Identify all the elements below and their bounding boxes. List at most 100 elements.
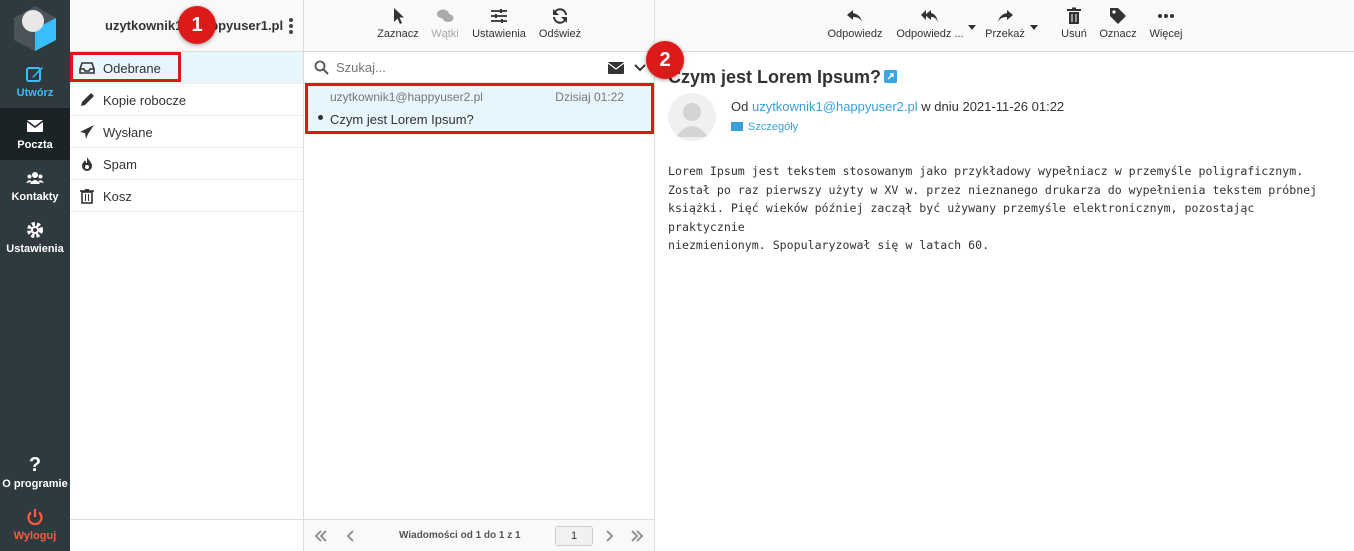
- select-button[interactable]: Zaznacz: [376, 7, 420, 40]
- message-count: Wiadomości od 1 do 1 z 1: [399, 530, 521, 541]
- message-title: Czym jest Lorem Ipsum?: [668, 67, 882, 87]
- reply-all-button[interactable]: Odpowiedz ...: [894, 7, 966, 40]
- nav-settings-label: Ustawienia: [6, 243, 64, 255]
- question-icon: ?: [28, 454, 42, 476]
- gear-icon: [27, 222, 43, 238]
- folder-trash[interactable]: Kosz: [70, 180, 303, 212]
- comments-icon: [437, 9, 454, 22]
- details-link[interactable]: Szczegóły: [731, 121, 798, 133]
- nav-compose-label: Utwórz: [16, 87, 54, 99]
- reply-button-label: Odpowiedz: [827, 28, 883, 40]
- nav-about[interactable]: ? O programie: [0, 447, 70, 499]
- trash-icon: [80, 189, 94, 204]
- list-settings-button-label: Ustawienia: [472, 28, 526, 40]
- account-menu-icon[interactable]: [289, 17, 295, 35]
- reply-all-dropdown-icon[interactable]: [968, 25, 976, 30]
- next-page-icon[interactable]: [602, 529, 616, 543]
- nav-mail[interactable]: Poczta: [0, 108, 70, 160]
- folder-drafts[interactable]: Kopie robocze: [70, 84, 303, 116]
- list-toolbar: Zaznacz Wątki Ustawienia Odśwież: [304, 0, 654, 52]
- forward-button-label: Przekaż: [985, 28, 1025, 40]
- last-page-icon[interactable]: [630, 529, 644, 543]
- nav-about-label: O programie: [2, 478, 68, 490]
- threads-button[interactable]: Wątki: [427, 7, 463, 40]
- paper-plane-icon: [80, 125, 94, 139]
- tag-icon: [1110, 8, 1126, 24]
- threads-button-label: Wątki: [431, 28, 459, 40]
- step-badge-2: 2: [646, 41, 684, 79]
- from-prefix: Od: [731, 99, 749, 114]
- mark-button-label: Oznacz: [1099, 28, 1137, 40]
- nav-compose[interactable]: Utwórz: [0, 56, 70, 108]
- sliders-icon: [491, 9, 507, 23]
- nav-settings[interactable]: Ustawienia: [0, 212, 70, 264]
- delete-button[interactable]: Usuń: [1057, 7, 1091, 40]
- reply-button[interactable]: Odpowiedz: [825, 7, 885, 40]
- refresh-icon: [553, 8, 567, 24]
- reader-toolbar: Odpowiedz Odpowiedz ... Przekaż Usuń Ozn…: [655, 0, 1354, 52]
- trash-icon: [1067, 7, 1081, 24]
- message-body: Lorem Ipsum jest tekstem stosowanym jako…: [668, 162, 1338, 255]
- message-reader: Odpowiedz Odpowiedz ... Przekaż Usuń Ozn…: [655, 0, 1354, 551]
- search-icon: [314, 60, 329, 75]
- external-link-icon[interactable]: [884, 70, 897, 83]
- refresh-button[interactable]: Odśwież: [537, 7, 583, 40]
- body-line: Lorem Ipsum jest tekstem stosowanym jako…: [668, 164, 1304, 178]
- contacts-icon: [26, 172, 44, 184]
- nav-logout-label: Wyloguj: [13, 530, 57, 542]
- highlight-inbox: [70, 52, 181, 82]
- list-settings-button[interactable]: Ustawienia: [470, 7, 528, 40]
- nav-contacts[interactable]: Kontakty: [0, 160, 70, 212]
- ellipsis-icon: [1158, 14, 1174, 18]
- reply-icon: [847, 10, 862, 22]
- sent-date: w dniu 2021-11-26 01:22: [921, 99, 1065, 114]
- more-button[interactable]: Więcej: [1146, 7, 1186, 40]
- avatar: [668, 93, 716, 141]
- highlight-message: [305, 83, 654, 134]
- folder-trash-label: Kosz: [103, 189, 132, 204]
- prev-page-icon[interactable]: [344, 529, 358, 543]
- nav-logout[interactable]: Wyloguj: [0, 499, 70, 551]
- logo-icon: [14, 6, 56, 51]
- reply-all-button-label: Odpowiedz ...: [896, 28, 964, 40]
- first-page-icon[interactable]: [314, 529, 328, 543]
- page-number-input[interactable]: 1: [555, 526, 593, 546]
- pencil-icon: [81, 93, 94, 106]
- folder-panel: uzytkownik1@happyuser1.pl Odebrane Kopie…: [70, 0, 304, 551]
- chevron-down-icon[interactable]: [634, 63, 646, 73]
- body-line: Został po raz pierwszy użyty w XV w. prz…: [668, 182, 1318, 197]
- folders-footer: [70, 519, 303, 551]
- details-label: Szczegóły: [748, 121, 799, 133]
- folder-sent-label: Wysłane: [103, 125, 153, 140]
- user-silhouette-icon: [676, 103, 708, 137]
- reply-all-icon: [921, 10, 938, 22]
- envelope-filter-icon[interactable]: [608, 62, 624, 74]
- search-input[interactable]: [336, 58, 576, 76]
- fire-icon: [82, 157, 92, 171]
- select-button-label: Zaznacz: [377, 28, 419, 40]
- refresh-button-label: Odśwież: [538, 28, 582, 40]
- nav-contacts-label: Kontakty: [11, 191, 59, 203]
- pagination-bar: Wiadomości od 1 do 1 z 1 1: [304, 519, 654, 551]
- main-nav: Utwórz Poczta Kontakty Ustawienia ? O pr…: [0, 0, 70, 551]
- folder-sent[interactable]: Wysłane: [70, 116, 303, 148]
- forward-button[interactable]: Przekaż: [982, 7, 1028, 40]
- power-icon: [27, 509, 43, 526]
- folder-spam-label: Spam: [103, 157, 137, 172]
- search-bar: [304, 52, 654, 83]
- sender-email-link[interactable]: uzytkownik1@happyuser2.pl: [752, 99, 918, 114]
- forward-icon: [998, 10, 1013, 22]
- step-badge-1: 1: [178, 6, 216, 44]
- envelope-icon: [731, 122, 743, 131]
- envelope-icon: [26, 120, 44, 132]
- cursor-icon: [394, 8, 404, 24]
- forward-dropdown-icon[interactable]: [1030, 25, 1038, 30]
- compose-icon: [26, 67, 43, 82]
- folder-drafts-label: Kopie robocze: [103, 93, 187, 108]
- delete-button-label: Usuń: [1061, 28, 1087, 40]
- body-line: niezmienionym. Spopularyzował się w lata…: [668, 238, 990, 252]
- folder-spam[interactable]: Spam: [70, 148, 303, 180]
- nav-mail-label: Poczta: [17, 139, 53, 151]
- sender-line: Od uzytkownik1@happyuser2.pl w dniu 2021…: [731, 99, 1064, 114]
- mark-button[interactable]: Oznacz: [1096, 7, 1140, 40]
